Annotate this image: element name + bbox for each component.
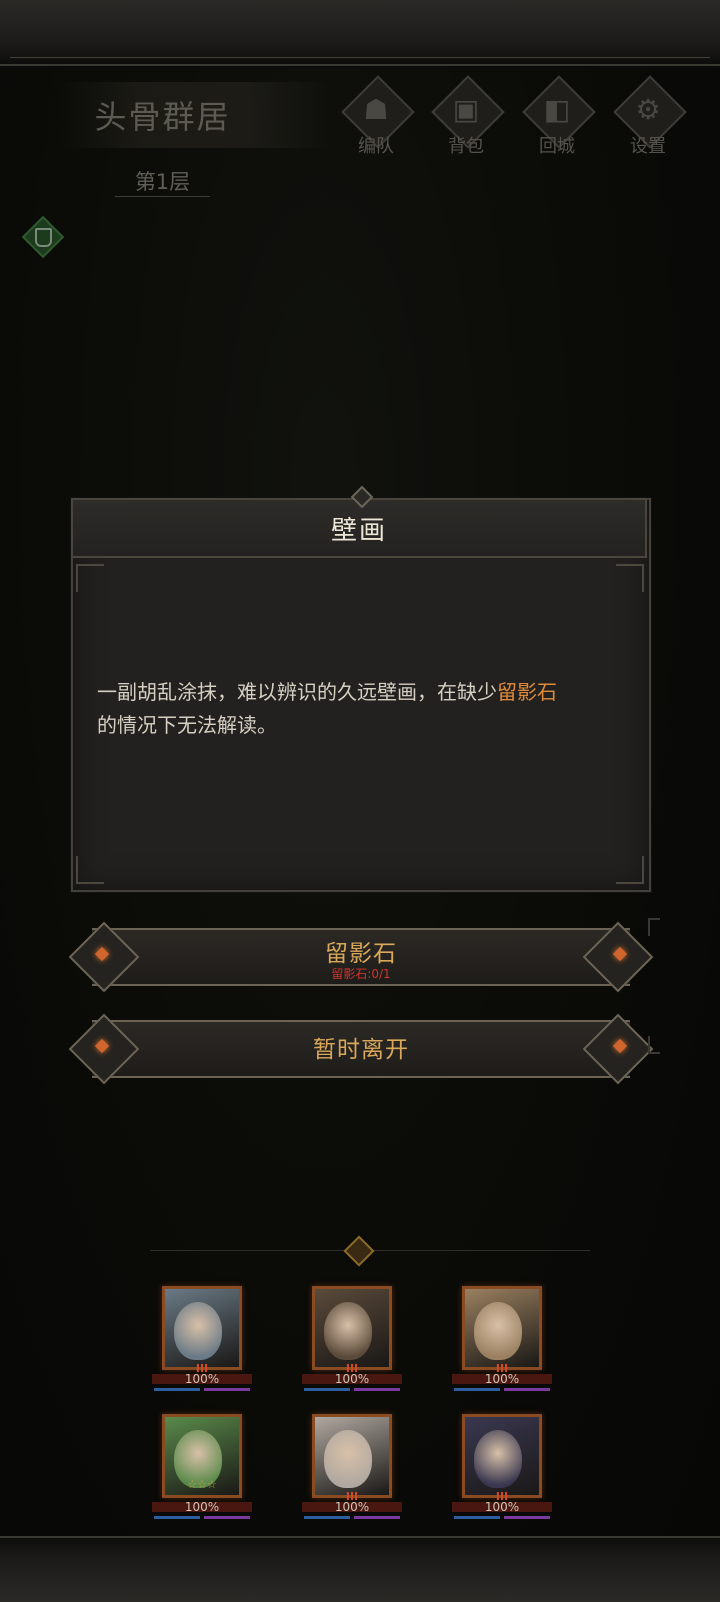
button-label: 暂时离开 <box>313 1037 409 1063</box>
settings-button[interactable]: ⚙ 设置 <box>610 75 687 157</box>
dialog-description: 一副胡乱涂抹，难以辨识的久远壁画，在缺少留影石的情况下无法解读。 <box>97 676 627 742</box>
settings-label: 设置 <box>630 136 666 157</box>
hero-energy-bar <box>154 1388 200 1391</box>
hero-card[interactable]: III 100% <box>450 1282 554 1400</box>
location-name: 头骨群居 <box>94 98 231 136</box>
leave-button[interactable]: 暂时离开 <box>68 1013 654 1085</box>
corner-ornament <box>616 564 644 592</box>
bottom-frame <box>0 1536 720 1602</box>
return-town-label: 回城 <box>539 136 575 157</box>
hero-skill-bar <box>204 1388 250 1391</box>
hero-skill-bar <box>504 1516 550 1519</box>
top-frame <box>0 0 720 66</box>
hero-energy-bar <box>304 1388 350 1391</box>
hero-face <box>174 1302 222 1360</box>
hero-skill-bar <box>504 1388 550 1391</box>
floor-label: 第1层 <box>134 170 191 194</box>
horned-helmet-icon: ☗ <box>363 93 389 126</box>
description-text-end: 的情况下无法解读。 <box>97 713 277 737</box>
item-highlight: 留影石 <box>497 680 557 704</box>
corner-ornament <box>76 856 104 884</box>
hero-energy-bar <box>454 1516 500 1519</box>
hero-energy-bar <box>304 1516 350 1519</box>
hero-skill-bar <box>354 1516 400 1519</box>
gear-icon: ⚙ <box>635 93 661 126</box>
hero-hp-percent: 100% <box>334 1500 370 1514</box>
side-bracket <box>648 918 660 936</box>
dialog-title: 壁画 <box>330 516 387 546</box>
hero-hp-percent: 100% <box>484 1500 520 1514</box>
backpack-button[interactable]: ▣ 背包 <box>428 75 505 157</box>
hero-card[interactable]: ☆☆☆ 100% <box>150 1410 254 1528</box>
hero-energy-bar <box>454 1388 500 1391</box>
hero-hp-percent: 100% <box>334 1372 370 1386</box>
hero-card[interactable]: III 100% <box>450 1410 554 1528</box>
use-shadow-stone-button[interactable]: 留影石 留影石:0/1 <box>68 921 654 993</box>
exit-door-icon: ◧ <box>543 93 571 126</box>
hero-face <box>474 1430 522 1488</box>
description-text: 一副胡乱涂抹，难以辨识的久远壁画，在缺少 <box>97 680 497 704</box>
hero-hp-percent: 100% <box>184 1372 220 1386</box>
hero-face <box>324 1430 372 1488</box>
hero-card[interactable]: III 100% <box>150 1282 254 1400</box>
hero-stars: ☆☆☆ <box>187 1478 217 1491</box>
hero-skill-bar <box>354 1388 400 1391</box>
hero-skill-bar <box>204 1516 250 1519</box>
backpack-icon: ▣ <box>452 93 480 126</box>
hero-card[interactable]: III 100% <box>300 1282 404 1400</box>
requirement-count: 留影石:0/1 <box>331 967 391 981</box>
button-label: 留影石 <box>325 941 397 967</box>
shield-icon <box>35 228 52 247</box>
hero-face <box>474 1302 522 1360</box>
floor-divider <box>115 196 210 197</box>
hero-hp-percent: 100% <box>484 1372 520 1386</box>
hero-face <box>324 1302 372 1360</box>
return-town-button[interactable]: ◧ 回城 <box>519 75 596 157</box>
hero-hp-percent: 100% <box>184 1500 220 1514</box>
corner-ornament <box>76 564 104 592</box>
formation-button[interactable]: ☗ 编队 <box>338 75 415 157</box>
corner-ornament <box>616 856 644 884</box>
hero-card[interactable]: III 100% <box>300 1410 404 1528</box>
formation-label: 编队 <box>358 136 394 157</box>
backpack-label: 背包 <box>448 136 484 157</box>
side-bracket <box>648 1036 660 1054</box>
hero-energy-bar <box>154 1516 200 1519</box>
